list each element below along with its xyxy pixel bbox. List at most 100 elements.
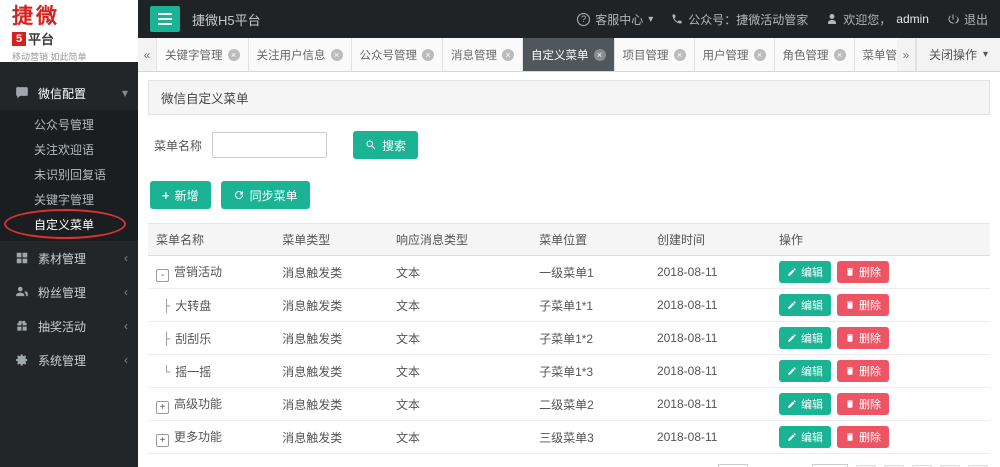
delete-button[interactable]: 删除 [837, 261, 890, 283]
sidebar-subitem-keyword-mgmt[interactable]: 关键字管理 [0, 188, 138, 213]
delete-button[interactable]: 删除 [837, 360, 890, 382]
tree-expand-icon[interactable]: + [156, 433, 169, 447]
trash-icon [847, 400, 853, 408]
comment-icon [16, 87, 28, 99]
delete-button[interactable]: 删除 [837, 426, 890, 448]
delete-button[interactable]: 删除 [837, 393, 890, 415]
tab-close-icon[interactable]: × [422, 48, 434, 61]
edit-label: 编辑 [801, 300, 824, 312]
tab-close-icon[interactable]: × [227, 48, 240, 61]
col-header-menu-name: 菜单名称 [148, 223, 275, 256]
tabs-scroll-left-button[interactable]: « [138, 38, 157, 71]
delete-label: 删除 [859, 300, 882, 312]
tab-role-mgmt[interactable]: 角色管理 × [775, 38, 855, 71]
edit-button[interactable]: 编辑 [779, 360, 832, 382]
menu-name-input[interactable] [212, 132, 328, 158]
sidebar: 捷微 5 平台 移动营销 如此简单 微信配置 ▾ 公众号管理 关注欢迎语 未识别… [0, 0, 138, 467]
table-row: ├ 大转盘 消息触发类 文本 子菜单1*1 2018-08-11 编辑 删除 [148, 288, 990, 322]
sidebar-item-label: 微信配置 [38, 86, 87, 101]
sidebar-item-material-mgmt[interactable]: 素材管理 ‹ [0, 241, 138, 275]
tab-close-icon[interactable]: × [330, 48, 343, 61]
delete-label: 删除 [859, 399, 882, 411]
edit-button[interactable]: 编辑 [779, 426, 832, 448]
tab-follow-user-info[interactable]: 关注用户信息 × [249, 38, 352, 71]
response-msg-type: 文本 [387, 321, 532, 355]
chevron-left-icon: ‹ [124, 319, 128, 333]
support-center-menu[interactable]: ? 客服中心 ▾ [577, 11, 653, 28]
table-actions: + 新增 同步菜单 [150, 181, 990, 209]
sidebar-item-label: 素材管理 [38, 251, 87, 266]
custom-menu-table: 菜单名称 菜单类型 响应消息类型 菜单位置 创建时间 操作 - 营销活动 消息触发… [148, 223, 990, 454]
edit-button[interactable]: 编辑 [779, 261, 832, 283]
tree-collapse-icon[interactable]: - [156, 268, 169, 282]
plus-icon: + [162, 187, 170, 203]
tabs-scroll-right-button[interactable]: » [896, 38, 916, 71]
caret-down-icon: ▾ [648, 13, 654, 25]
menu-name: 刮刮乐 [175, 331, 212, 346]
edit-button[interactable]: 编辑 [779, 393, 832, 415]
tab-message-mgmt[interactable]: 消息管理 × [443, 38, 523, 71]
sidebar-subitem-official-account-mgmt[interactable]: 公众号管理 [0, 113, 138, 138]
delete-label: 删除 [859, 333, 882, 345]
gear-icon [16, 354, 28, 366]
sync-menu-button[interactable]: 同步菜单 [220, 181, 310, 209]
sidebar-item-lottery-activity[interactable]: 抽奖活动 ‹ [0, 309, 138, 343]
edit-button[interactable]: 编辑 [779, 294, 832, 316]
delete-button[interactable]: 删除 [837, 294, 890, 316]
edit-button[interactable]: 编辑 [779, 327, 832, 349]
tab-close-icon[interactable]: × [753, 48, 766, 61]
add-button[interactable]: + 新增 [150, 181, 211, 209]
search-button[interactable]: 搜索 [353, 131, 419, 159]
close-operations-dropdown[interactable]: 关闭操作 ▾ [915, 38, 1000, 71]
sidebar-subitem-unrecognized-reply[interactable]: 未识别回复语 [0, 163, 138, 188]
logout-button[interactable]: 退出 [947, 11, 988, 28]
sidebar-item-label: 系统管理 [38, 353, 87, 368]
trash-icon [847, 334, 853, 342]
response-msg-type: 文本 [387, 354, 532, 388]
sidebar-subitem-welcome-message[interactable]: 关注欢迎语 [0, 138, 138, 163]
tab-close-icon[interactable]: × [593, 48, 606, 61]
tab-close-icon[interactable]: × [673, 48, 686, 61]
tab-custom-menu[interactable]: 自定义菜单 × [523, 38, 615, 71]
delete-button[interactable]: 删除 [837, 327, 890, 349]
current-user-menu[interactable]: 欢迎您， admin [826, 11, 929, 28]
tab-label: 角色管理 [782, 49, 829, 62]
refresh-icon [234, 191, 243, 199]
menu-type: 消息触发类 [274, 255, 388, 289]
tab-project-mgmt[interactable]: 项目管理 × [615, 38, 695, 71]
gift-icon [17, 320, 27, 331]
official-account-info[interactable]: 公众号：捷微活动管家 [671, 11, 808, 28]
menu-position: 子菜单1*1 [531, 288, 649, 322]
phone-icon [672, 14, 682, 24]
trash-icon [847, 268, 853, 276]
sidebar-item-label: 抽奖活动 [38, 319, 87, 334]
tree-branch-icon: ├ [163, 331, 171, 346]
sidebar-item-fans-mgmt[interactable]: 粉丝管理 ‹ [0, 275, 138, 309]
menu-type: 消息触发类 [274, 387, 388, 421]
col-header-response-msg-type: 响应消息类型 [387, 223, 532, 256]
tab-menu-mgmt[interactable]: 菜单管理× [855, 38, 897, 71]
table-row: + 更多功能 消息触发类 文本 三级菜单3 2018-08-11 编辑 删除 [148, 420, 990, 454]
hamburger-menu-button[interactable] [150, 6, 180, 32]
sidebar-item-system-mgmt[interactable]: 系统管理 ‹ [0, 343, 138, 377]
table-row: ├ 刮刮乐 消息触发类 文本 子菜单1*2 2018-08-11 编辑 删除 [148, 321, 990, 355]
col-header-menu-type: 菜单类型 [274, 223, 388, 256]
col-header-menu-position: 菜单位置 [531, 223, 649, 256]
table-row: - 营销活动 消息触发类 文本 一级菜单1 2018-08-11 编辑 删除 [148, 255, 990, 289]
tab-label: 项目管理 [622, 49, 669, 62]
tree-expand-icon[interactable]: + [156, 400, 169, 414]
sidebar-subitem-custom-menu[interactable]: 自定义菜单 [0, 213, 138, 238]
tab-official-account-mgmt[interactable]: 公众号管理 × [352, 38, 443, 71]
pencil-icon [788, 334, 796, 342]
delete-label: 删除 [859, 366, 882, 378]
sidebar-item-wechat-config[interactable]: 微信配置 ▾ [0, 76, 138, 110]
tab-user-mgmt[interactable]: 用户管理 × [695, 38, 775, 71]
sync-button-label: 同步菜单 [249, 188, 298, 203]
support-center-label: 客服中心 [595, 12, 644, 27]
tree-branch-end-icon: └ [163, 364, 171, 379]
tab-close-icon[interactable]: × [502, 48, 514, 61]
app-title: 捷微H5平台 [192, 12, 261, 28]
edit-label: 编辑 [801, 432, 824, 444]
tab-close-icon[interactable]: × [833, 48, 846, 61]
tab-keyword-mgmt[interactable]: 关键字管理 × [157, 38, 249, 71]
